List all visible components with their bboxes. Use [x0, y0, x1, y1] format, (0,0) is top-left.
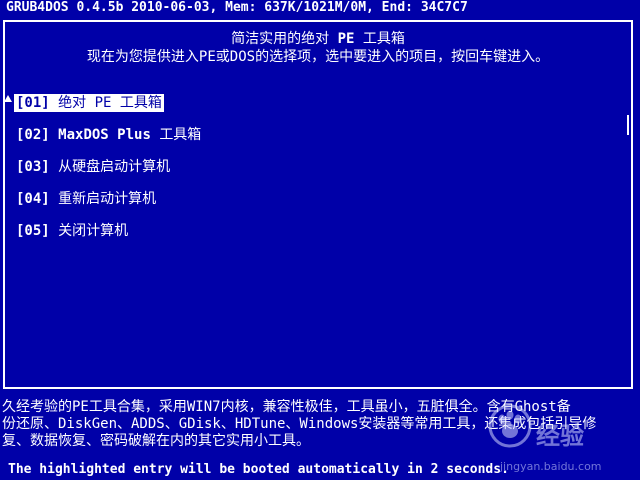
menu-item-number: [01] [16, 95, 50, 111]
entry-description: 久经考验的PE工具合集，采用WIN7内核，兼容性极佳，工具虽小，五脏俱全。含有G… [2, 399, 638, 450]
menu-item-03[interactable]: [03] 从硬盘启动计算机 [14, 158, 172, 176]
menu-item-label: 绝对 PE 工具箱 [58, 95, 162, 111]
menu-item-label: 从硬盘启动计算机 [58, 159, 171, 175]
menu-title: 简洁实用的绝对 PE 工具箱 [5, 31, 631, 47]
menu-title-post: 工具箱 [354, 31, 405, 47]
menu-instructions-text: 现在为您提供进入PE或DOS的选择项，选中要进入的项目，按回车键进入。 [86, 49, 550, 65]
grub-status-line: GRUB4DOS 0.4.5b 2010-06-03, Mem: 637K/10… [6, 0, 468, 15]
description-line-3: 复、数据恢复、密码破解在内的其它实用小工具。 [2, 433, 310, 449]
description-line-1: 久经考验的PE工具合集，采用WIN7内核，兼容性极佳，工具虽小，五脏俱全。含有G… [2, 399, 571, 415]
menu-item-number: [04] [16, 191, 50, 207]
menu-item-number: [03] [16, 159, 50, 175]
menu-item-04[interactable]: [04] 重新启动计算机 [14, 190, 158, 208]
scroll-up-arrow-icon [4, 95, 12, 102]
menu-title-pre: 简洁实用的绝对 [231, 31, 338, 47]
menu-item-01[interactable]: [01] 绝对 PE 工具箱 [14, 94, 164, 112]
watermark-url: jingyan.baidu.com [500, 460, 602, 473]
menu-item-number: [05] [16, 223, 50, 239]
menu-item-label: 关闭计算机 [58, 223, 129, 239]
menu-item-number: [02] [16, 127, 50, 143]
menu-item-05[interactable]: [05] 关闭计算机 [14, 222, 130, 240]
boot-menu-frame: 简洁实用的绝对 PE 工具箱 现在为您提供进入PE或DOS的选择项，选中要进入的… [3, 20, 633, 389]
description-line-2: 份还原、DiskGen、ADDS、GDisk、HDTune、Windows安装器… [2, 416, 597, 432]
menu-item-label-latin: MaxDOS Plus [58, 127, 151, 143]
menu-item-02[interactable]: [02] MaxDOS Plus 工具箱 [14, 126, 203, 144]
boot-countdown: The highlighted entry will be booted aut… [8, 462, 509, 477]
menu-item-label: 工具箱 [159, 127, 202, 143]
menu-instructions: 现在为您提供进入PE或DOS的选择项，选中要进入的项目，按回车键进入。 [5, 49, 631, 65]
menu-scrollbar[interactable] [627, 115, 633, 135]
menu-item-label: 重新启动计算机 [58, 191, 157, 207]
menu-title-latin: PE [337, 31, 355, 47]
